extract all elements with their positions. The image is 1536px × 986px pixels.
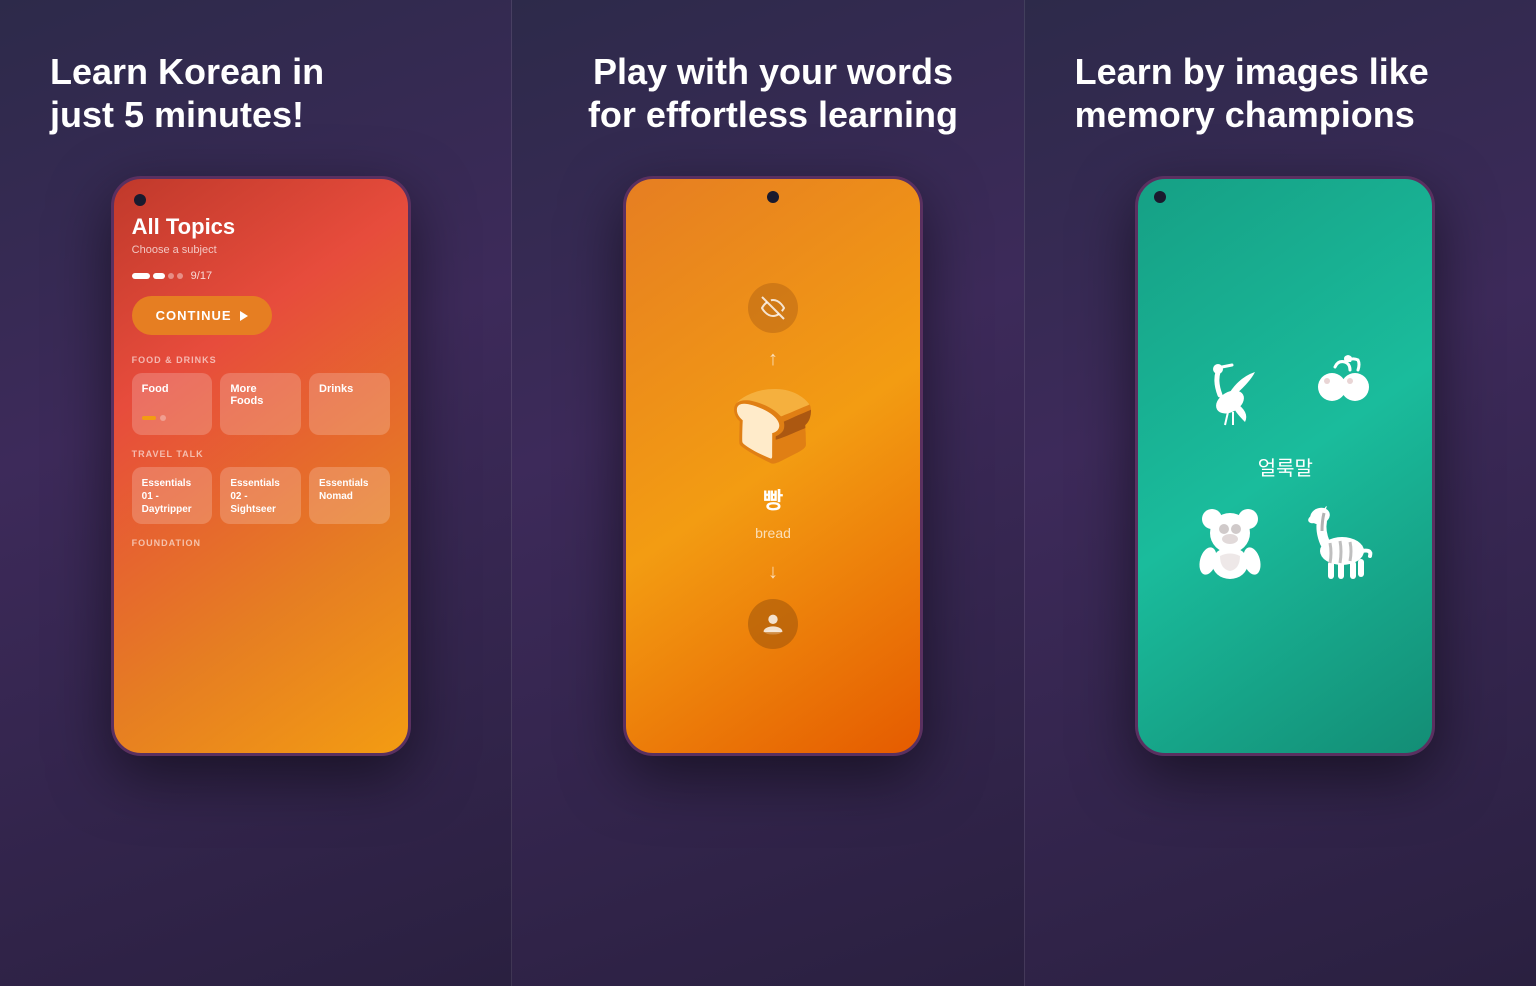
- food-card-dots: [142, 415, 203, 421]
- essentials-03-title: Essentials Nomad: [319, 477, 380, 503]
- phone-3-content: 얼룩말: [1138, 179, 1432, 753]
- foundation-label: FOUNDATION: [132, 538, 390, 548]
- travel-talk-label: TRAVEL TALK: [132, 449, 390, 459]
- phone-2: ↑ 🍞 빵 bread ↓: [623, 176, 923, 756]
- panel-1-title: Learn Korean in just 5 minutes!: [50, 50, 390, 136]
- bread-icon: 🍞: [729, 386, 816, 468]
- continue-button[interactable]: CONTINUE: [132, 296, 272, 335]
- food-dot-1: [142, 416, 156, 420]
- essentials-01-title: Essentials 01 - Daytripper: [142, 477, 203, 516]
- person-icon-container: [748, 599, 798, 649]
- zebra-icon: [1300, 501, 1380, 581]
- english-word: bread: [755, 525, 791, 541]
- essentials-03-card[interactable]: Essentials Nomad: [309, 467, 390, 524]
- more-foods-card[interactable]: More Foods: [220, 373, 301, 435]
- food-card-title: Food: [142, 383, 203, 395]
- drinks-card-title: Drinks: [319, 383, 380, 395]
- prog-filled-1: [132, 273, 150, 279]
- animals-bottom-row: [1190, 501, 1380, 581]
- panel-3: Learn by images like memory champions: [1025, 0, 1536, 986]
- animals-top-row: [1190, 352, 1380, 432]
- essentials-01-card[interactable]: Essentials 01 - Daytripper: [132, 467, 213, 524]
- food-card[interactable]: Food: [132, 373, 213, 435]
- all-topics-title: All Topics: [132, 214, 390, 240]
- bear-icon: [1190, 501, 1270, 581]
- essentials-02-title: Essentials 02 - Sightseer: [230, 477, 291, 516]
- food-drinks-label: FOOD & DRINKS: [132, 355, 390, 365]
- phone-3: 얼룩말: [1135, 176, 1435, 756]
- prog-empty-1: [168, 273, 174, 279]
- eye-slash-icon: [761, 296, 785, 320]
- phone-2-camera: [767, 191, 779, 203]
- arrow-up-icon: ↑: [768, 348, 778, 371]
- progress-row: 9/17: [132, 270, 390, 282]
- travel-topic-cards: Essentials 01 - Daytripper Essentials 02…: [132, 467, 390, 524]
- choose-subject: Choose a subject: [132, 244, 390, 256]
- panel-2-title: Play with your words for effortless lear…: [583, 50, 963, 136]
- phone-1-camera: [134, 194, 146, 206]
- phone-2-content: ↑ 🍞 빵 bread ↓: [626, 179, 920, 753]
- arrow-down-icon: ↓: [768, 561, 778, 584]
- person-icon: [759, 610, 787, 638]
- continue-label: CONTINUE: [156, 308, 232, 323]
- continue-arrow-icon: [240, 311, 248, 321]
- progress-text: 9/17: [191, 270, 212, 282]
- panel-2: Play with your words for effortless lear…: [511, 0, 1024, 986]
- panel-3-title: Learn by images like memory champions: [1075, 50, 1455, 136]
- cherry-icon: [1300, 352, 1380, 432]
- progress-bar: [132, 273, 183, 279]
- korean-word: 빵: [763, 483, 783, 515]
- panel-1: Learn Korean in just 5 minutes! All Topi…: [0, 0, 511, 986]
- food-dot-2: [160, 415, 166, 421]
- crane-icon: [1190, 352, 1270, 432]
- phone-1: All Topics Choose a subject 9/17 CONTINU…: [111, 176, 411, 756]
- drinks-card[interactable]: Drinks: [309, 373, 390, 435]
- korean-animal-word: 얼룩말: [1258, 452, 1313, 481]
- essentials-02-card[interactable]: Essentials 02 - Sightseer: [220, 467, 301, 524]
- prog-filled-2: [153, 273, 165, 279]
- more-foods-card-title: More Foods: [230, 383, 291, 407]
- prog-empty-2: [177, 273, 183, 279]
- eye-icon-container: [748, 283, 798, 333]
- food-topic-cards: Food More Foods Drinks: [132, 373, 390, 435]
